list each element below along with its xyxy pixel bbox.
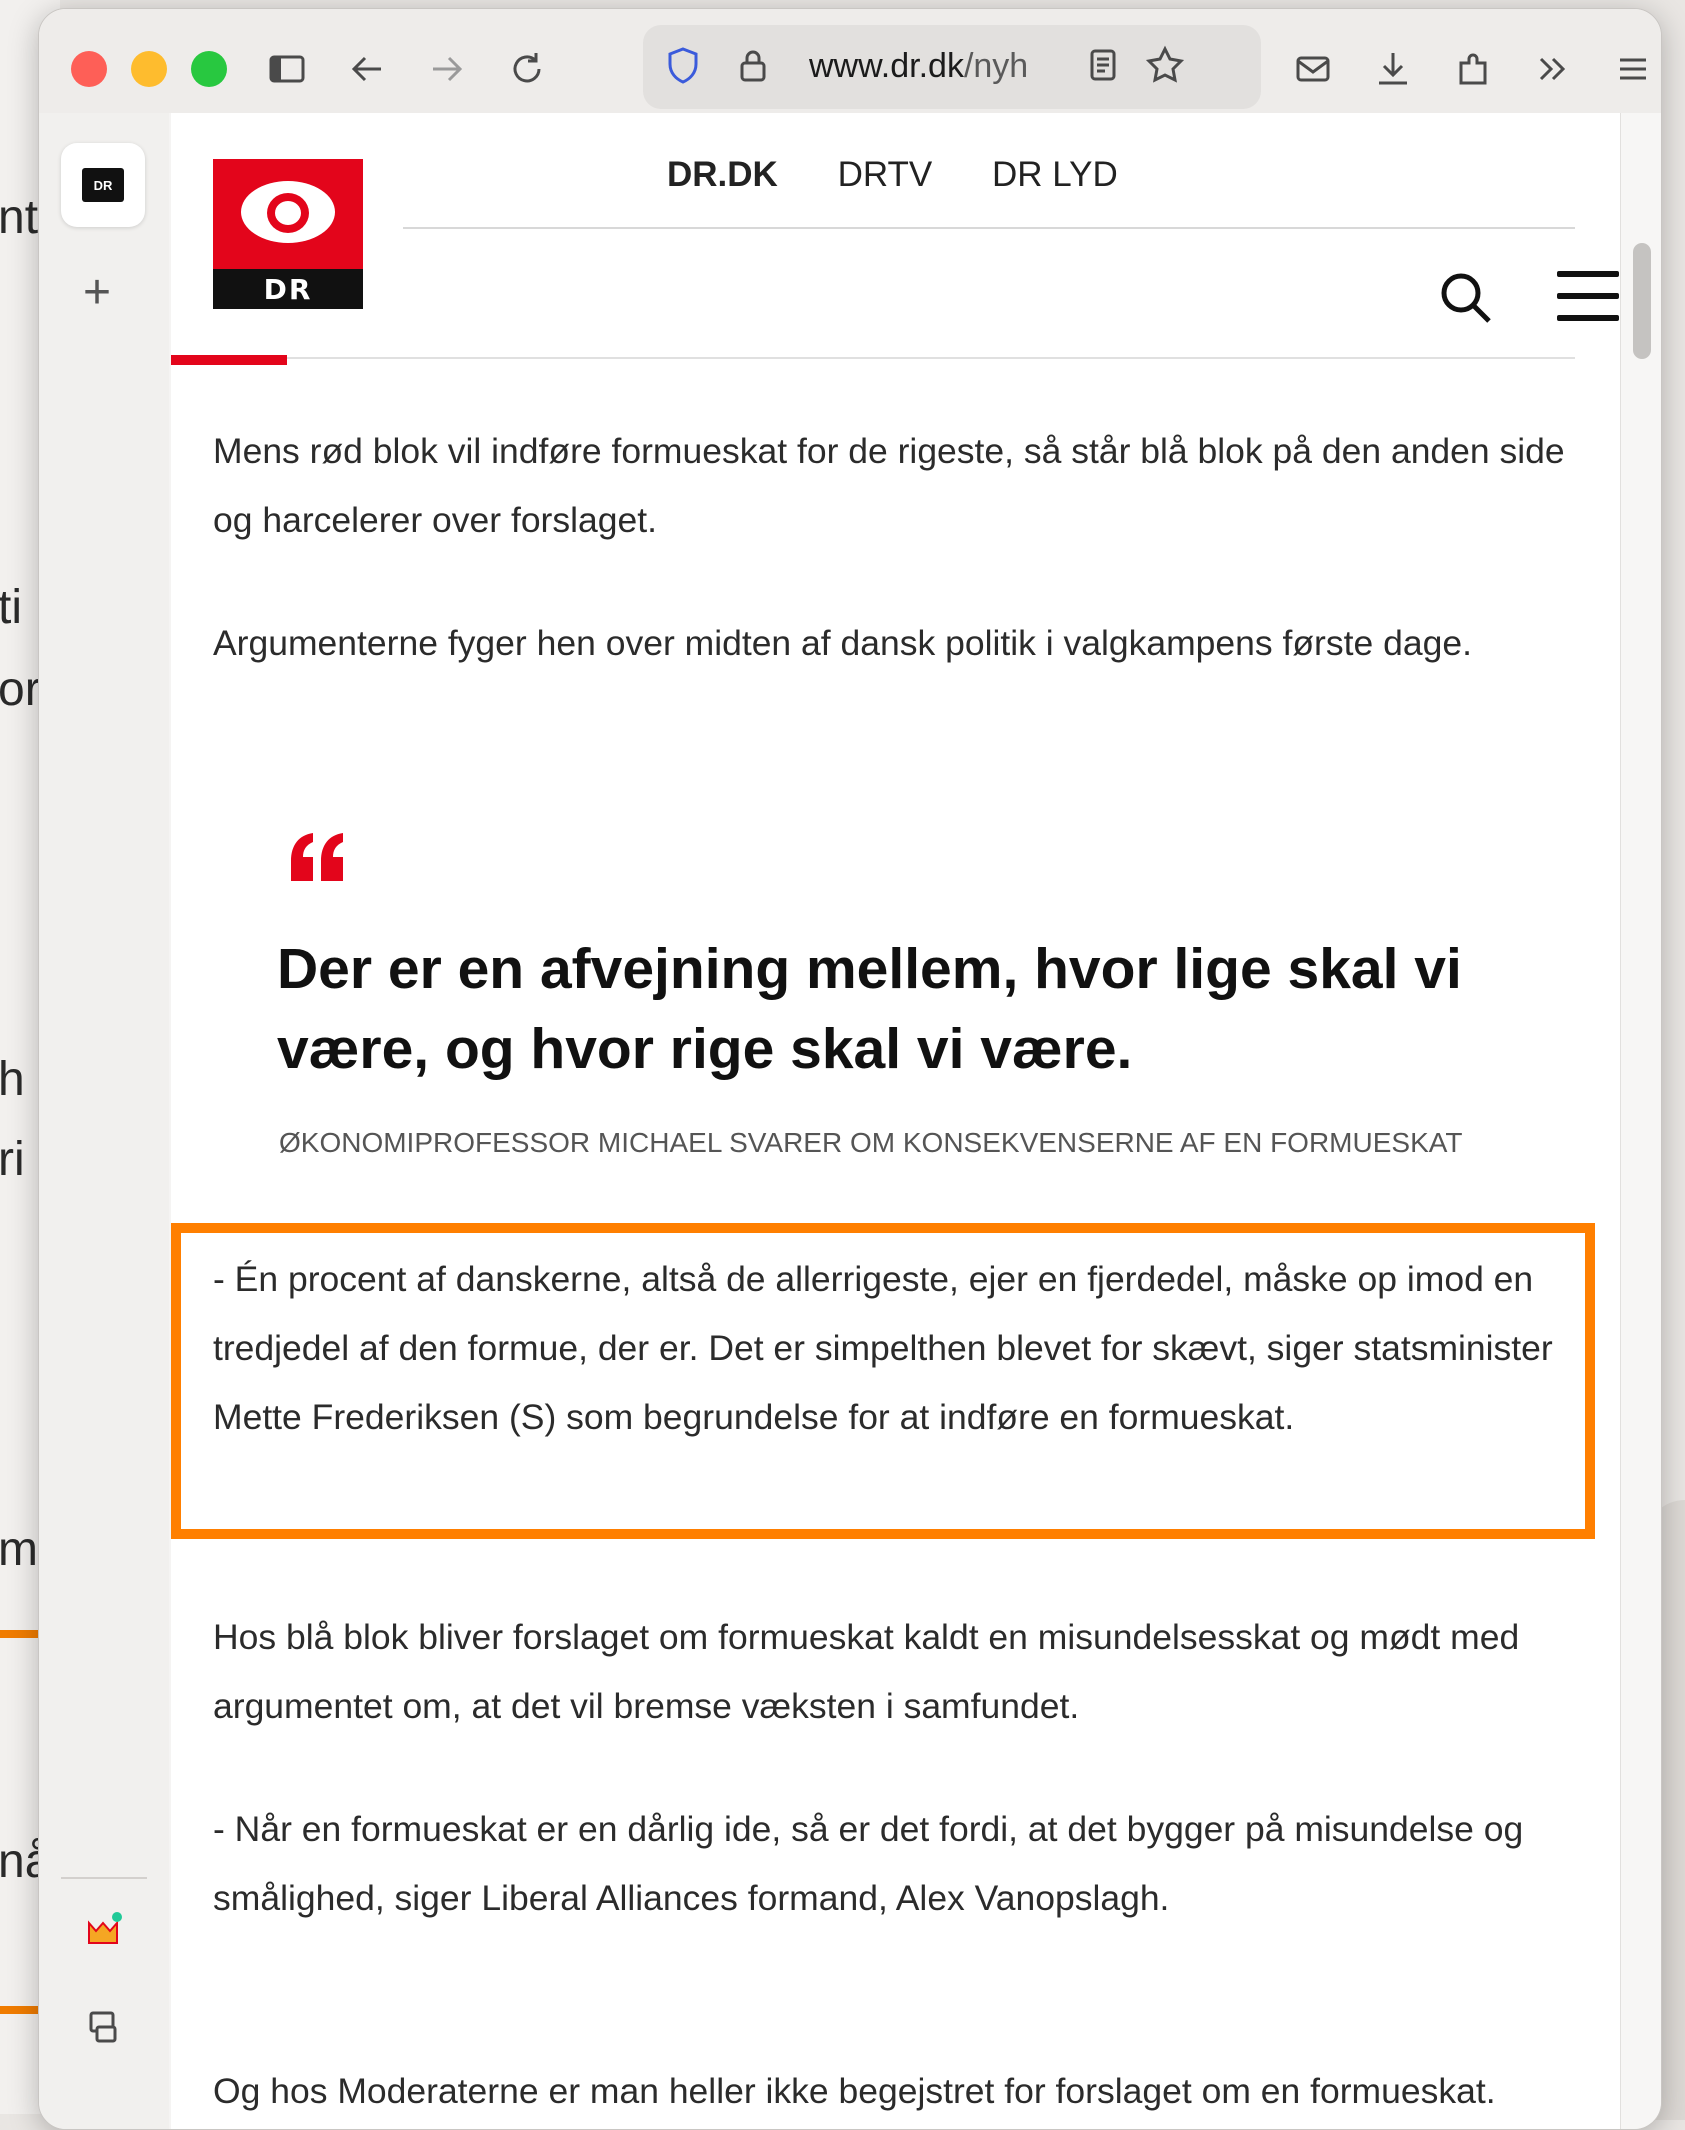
nav-link-drlyd[interactable]: DR LYD [992, 155, 1118, 194]
reading-progress-bar [171, 355, 287, 365]
shield-icon[interactable] [653, 35, 713, 95]
scrollbar-thumb[interactable] [1633, 243, 1651, 359]
url-path: /nyh [963, 47, 1029, 85]
dr-tab-favicon: DR [82, 168, 124, 202]
article-paragraph: Mens rød blok vil indføre formueskat for… [213, 431, 1565, 540]
tab-dr[interactable]: DR [61, 143, 145, 227]
minimize-window-button[interactable] [131, 51, 167, 87]
browser-window: www.dr.dk/nyh DR + DR DR.DK DRTV DR LYD … [38, 8, 1662, 2130]
nav-divider [403, 227, 1575, 229]
background-text: ti [0, 581, 22, 634]
close-window-button[interactable] [71, 51, 107, 87]
extension-m-icon[interactable] [73, 1901, 133, 1961]
app-menu-icon[interactable] [1603, 39, 1661, 99]
search-icon[interactable] [1435, 267, 1499, 331]
header-divider [171, 357, 1575, 359]
url-text[interactable]: www.dr.dk/nyh [809, 47, 1069, 86]
article-paragraph: Hos blå blok bliver forslaget om formues… [213, 1617, 1520, 1726]
hamburger-menu-icon[interactable] [1557, 271, 1619, 327]
article-paragraph: Og hos Moderaterne er man heller ikke be… [213, 2071, 1496, 2111]
sidebar-divider [61, 1877, 147, 1879]
logo-eye-shape [275, 201, 301, 225]
background-text: h [0, 1053, 25, 1106]
sidebar-toggle-icon[interactable] [257, 39, 317, 99]
background-text: m [0, 1523, 38, 1576]
dr-logo[interactable]: DR [213, 159, 363, 309]
reader-view-icon[interactable] [1073, 35, 1133, 95]
address-bar[interactable]: www.dr.dk/nyh [643, 25, 1261, 109]
reload-icon[interactable] [497, 39, 557, 99]
nav-link-drdk[interactable]: DR.DK [667, 155, 778, 194]
page-viewport: DR DR.DK DRTV DR LYD Mens rød blok vil i… [171, 113, 1621, 2129]
bookmark-star-icon[interactable] [1135, 35, 1195, 95]
site-nav: DR.DK DRTV DR LYD [667, 155, 1168, 195]
forward-arrow-icon[interactable] [417, 39, 477, 99]
background-text: nt [0, 191, 39, 244]
back-arrow-icon[interactable] [337, 39, 397, 99]
tabs-sidebar: DR + [39, 113, 169, 2129]
quote-source: Økonomiprofessor Michael Svarer om konse… [279, 1127, 1463, 1158]
background-text: ri [0, 1133, 25, 1186]
synced-devices-icon[interactable] [73, 1997, 133, 2057]
article-paragraph: Argumenterne fyger hen over midten af da… [213, 623, 1472, 663]
logo-text: DR [213, 269, 363, 309]
overflow-chevrons-icon[interactable] [1523, 39, 1583, 99]
pull-quote: Der er en afvejning mellem, hvor lige sk… [277, 937, 1462, 1081]
extensions-icon[interactable] [1443, 39, 1503, 99]
mail-icon[interactable] [1283, 39, 1343, 99]
quote-mark-icon [287, 831, 347, 888]
browser-toolbar: www.dr.dk/nyh [39, 9, 1661, 113]
url-domain: www.dr.dk [809, 47, 964, 85]
scrollbar-track[interactable] [1620, 113, 1661, 2129]
new-tab-plus-icon[interactable]: + [83, 265, 111, 320]
highlight-box [171, 1223, 1595, 1539]
background-text: or [0, 663, 41, 716]
article-paragraph: - Når en formueskat er en dårlig ide, så… [213, 1809, 1524, 1918]
nav-link-drtv[interactable]: DRTV [838, 155, 933, 194]
download-icon[interactable] [1363, 39, 1423, 99]
zoom-window-button[interactable] [191, 51, 227, 87]
lock-icon[interactable] [723, 35, 783, 95]
